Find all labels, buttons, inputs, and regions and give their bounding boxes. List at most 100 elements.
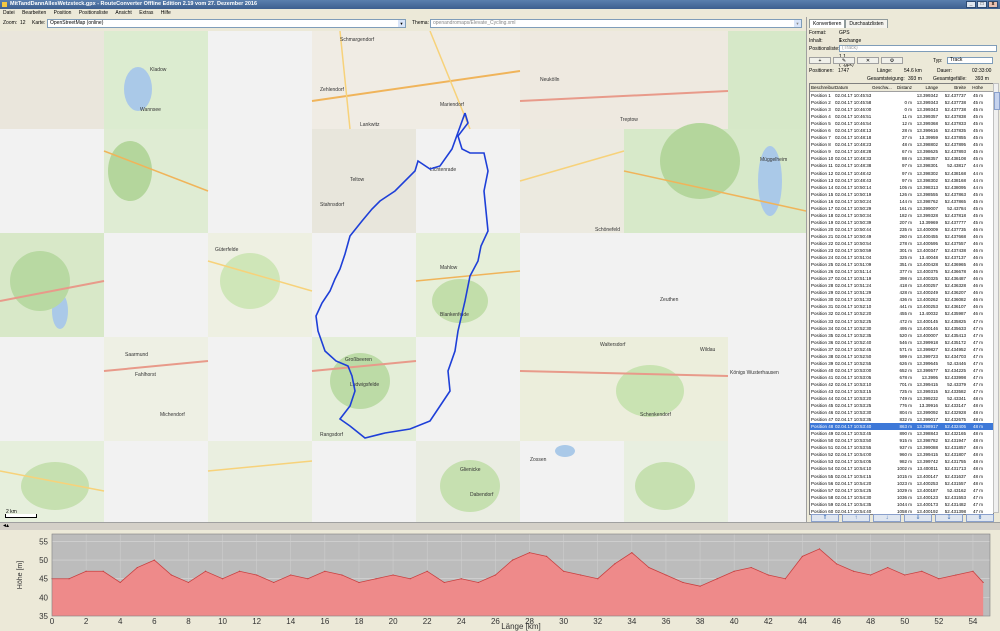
table-row[interactable]: Position 15 02.04.17 10:50:19 126 m 13.3985… <box>810 191 993 198</box>
table-row[interactable]: Position 41 02.04.17 10:53:05 678 m 13.3995… <box>810 374 993 381</box>
table-row[interactable]: Position 16 02.04.17 10:50:24 144 m 13.3987… <box>810 198 993 205</box>
table-row[interactable]: Position 3 02.04.17 10:46:00 0 m 13.399343 5… <box>810 106 993 113</box>
theme-select[interactable]: openandromaps/Elevate_Cycling.xml ▼ <box>430 19 802 28</box>
table-row[interactable]: Position 39 02.04.17 10:52:55 626 m 13.3996… <box>810 360 993 367</box>
table-row[interactable]: Position 23 02.04.17 10:50:59 301 m 13.4003… <box>810 247 993 254</box>
table-row[interactable]: Position 29 02.04.17 10:51:29 428 m 13.4002… <box>810 289 993 296</box>
maximize-button[interactable]: □ <box>977 1 987 8</box>
table-row[interactable]: Position 14 02.04.17 10:50:14 105 m 13.3983… <box>810 184 993 191</box>
table-row[interactable]: Position 54 02.04.17 10:54:10 1002 m 13.400… <box>810 465 993 472</box>
table-row[interactable]: Position 10 02.04.17 10:48:33 88 m 13.39835… <box>810 155 993 162</box>
table-row[interactable]: Position 30 02.04.17 10:51:33 436 m 13.4002… <box>810 296 993 303</box>
table-row[interactable]: Position 22 02.04.17 10:50:54 278 m 13.4005… <box>810 240 993 247</box>
table-row[interactable]: Position 36 02.04.17 10:52:40 546 m 13.3999… <box>810 339 993 346</box>
move-up-icon[interactable]: ↑ <box>842 514 870 522</box>
table-row[interactable]: Position 5 02.04.17 10:46:54 12 m 13.399368… <box>810 120 993 127</box>
move-to-top-icon[interactable]: ⇑ <box>811 514 839 522</box>
minimize-button[interactable]: _ <box>966 1 976 8</box>
chevron-down-icon[interactable]: ▼ <box>794 20 801 27</box>
table-row[interactable]: Position 13 02.04.17 10:48:43 97 m 13.39830… <box>810 177 993 184</box>
column-header[interactable]: Beschreibung <box>810 84 835 91</box>
table-row[interactable]: Position 2 02.04.17 10:45:58 0 m 13.399343 5… <box>810 99 993 106</box>
table-scrollbar[interactable] <box>993 83 1000 513</box>
table-row[interactable]: Position 12 02.04.17 10:48:42 97 m 13.39830… <box>810 170 993 177</box>
table-row[interactable]: Position 17 02.04.17 10:50:29 161 m 13.3990… <box>810 205 993 212</box>
elevation-chart[interactable]: 35404550550 2 4 6 8 10 12 14 16 18 20 22 24 26 28 30 32 3… <box>0 530 1000 631</box>
menu-position-list[interactable]: Positionsliste <box>76 9 111 17</box>
collapse-arrow-icon[interactable]: ◂▴ <box>3 523 9 530</box>
table-row[interactable]: Position 43 02.04.17 10:53:15 725 m 13.3993… <box>810 388 993 395</box>
delete-icon[interactable]: ⇟ <box>966 514 994 522</box>
table-row[interactable]: Position 58 02.04.17 10:54:30 1036 m 13.400… <box>810 494 993 501</box>
table-row[interactable]: Position 40 02.04.17 10:53:00 652 m 13.3995… <box>810 367 993 374</box>
rename-list-icon[interactable]: ✎ <box>833 57 855 64</box>
new-list-icon[interactable]: + <box>809 57 831 64</box>
table-row[interactable]: Position 27 02.04.17 10:51:19 398 m 13.4003… <box>810 275 993 282</box>
table-row[interactable]: Position 47 02.04.17 10:53:35 832 m 13.3990… <box>810 416 993 423</box>
table-row[interactable]: Position 32 02.04.17 10:52:20 455 m 13.4003… <box>810 310 993 317</box>
position-list-select[interactable]: (Track) <box>839 45 997 52</box>
positions-table[interactable]: BeschreibungDatumGeschw...DistanzLängeBr… <box>809 83 994 515</box>
column-header[interactable]: Distanz <box>892 84 912 91</box>
column-header[interactable]: Breite <box>938 84 966 91</box>
scrollbar-thumb[interactable] <box>994 92 1000 110</box>
table-row[interactable]: Position 9 02.04.17 10:48:28 67 m 13.398625… <box>810 148 993 155</box>
table-row[interactable]: Position 56 02.04.17 10:54:20 1023 m 13.400… <box>810 480 993 487</box>
map-select[interactable]: OpenStreetMap (online) ▼ <box>47 19 406 28</box>
table-row[interactable]: Position 49 02.04.17 10:53:45 890 m 13.3988… <box>810 430 993 437</box>
table-row[interactable]: Position 52 02.04.17 10:54:00 960 m 13.3994… <box>810 451 993 458</box>
menu-view[interactable]: Ansicht <box>112 9 134 17</box>
menu-file[interactable]: Datei <box>0 9 18 17</box>
table-row[interactable]: Position 11 02.04.17 10:48:38 97 m 13.39830… <box>810 162 993 169</box>
move-to-bottom-icon[interactable]: ⇓ <box>904 514 932 522</box>
table-row[interactable]: Position 21 02.04.17 10:50:49 260 m 13.4004… <box>810 233 993 240</box>
table-row[interactable]: Position 44 02.04.17 10:53:20 749 m 13.3992… <box>810 395 993 402</box>
table-row[interactable]: Position 26 02.04.17 10:51:14 377 m 13.4003… <box>810 268 993 275</box>
table-row[interactable]: Position 59 02.04.17 10:54:35 1044 m 13.400… <box>810 501 993 508</box>
menu-edit[interactable]: Bearbeiten <box>19 9 49 17</box>
table-row[interactable]: Position 4 02.04.17 10:46:51 11 m 13.399357… <box>810 113 993 120</box>
chevron-down-icon[interactable]: ▼ <box>398 20 405 27</box>
table-row[interactable]: Position 8 02.04.17 10:48:23 48 m 13.398802… <box>810 141 993 148</box>
table-row[interactable]: Position 34 02.04.17 10:52:30 495 m 13.4001… <box>810 325 993 332</box>
map-view[interactable]: Schmargendorf Mariendorf Lichtenrade Lan… <box>0 31 806 522</box>
table-row[interactable]: Position 33 02.04.17 10:52:25 472 m 13.4001… <box>810 318 993 325</box>
menu-position[interactable]: Position <box>51 9 75 17</box>
table-row[interactable]: Position 50 02.04.17 10:53:50 915 m 13.3987… <box>810 437 993 444</box>
table-row[interactable]: Position 18 02.04.17 10:50:34 182 m 13.3993… <box>810 212 993 219</box>
table-row[interactable]: Position 20 02.04.17 10:50:44 235 m 13.4000… <box>810 226 993 233</box>
insert-icon[interactable]: ↧ <box>935 514 963 522</box>
table-row[interactable]: Position 25 02.04.17 10:51:09 351 m 13.4004… <box>810 261 993 268</box>
move-down-icon[interactable]: ↓ <box>873 514 901 522</box>
tab-throughput-lists[interactable]: Durchsatzlisten <box>845 19 888 28</box>
column-header[interactable]: Länge <box>912 84 938 91</box>
column-header[interactable]: Geschw... <box>872 84 892 91</box>
table-row[interactable]: Position 42 02.04.17 10:53:10 701 m 13.3994… <box>810 381 993 388</box>
table-row[interactable]: Position 7 02.04.17 10:48:18 37 m 13.39959 5… <box>810 134 993 141</box>
table-row[interactable]: Position 55 02.04.17 10:54:15 1015 m 13.400… <box>810 473 993 480</box>
close-button[interactable]: x <box>988 1 998 8</box>
table-row[interactable]: Position 38 02.04.17 10:52:50 599 m 13.3997… <box>810 353 993 360</box>
table-row[interactable]: Position 53 02.04.17 10:54:05 982 m 13.3997… <box>810 458 993 465</box>
table-row[interactable]: Position 37 02.04.17 10:52:45 571 m 13.3998… <box>810 346 993 353</box>
menu-extras[interactable]: Extras <box>136 9 156 17</box>
table-row[interactable]: Position 51 02.04.17 10:53:55 937 m 13.3990… <box>810 444 993 451</box>
menu-help[interactable]: Hilfe <box>158 9 174 17</box>
table-row[interactable]: Position 1 02.04.17 10:45:53 13.399342 52.4… <box>810 92 993 99</box>
map-canvas[interactable]: Schmargendorf Mariendorf Lichtenrade Lan… <box>0 31 806 522</box>
table-row[interactable]: Position 48 02.04.17 10:53:40 863 m 13.3989… <box>810 423 993 431</box>
type-select[interactable]: Track <box>947 57 993 64</box>
table-row[interactable]: Position 28 02.04.17 10:51:24 418 m 13.4002… <box>810 282 993 289</box>
table-row[interactable]: Position 45 02.04.17 10:53:25 776 m 13.3991… <box>810 402 993 409</box>
table-row[interactable]: Position 6 02.04.17 10:48:13 28 m 13.399616… <box>810 127 993 134</box>
tab-convert[interactable]: Konvertieren <box>809 19 846 28</box>
column-header[interactable]: Höhe <box>966 84 983 91</box>
delete-list-icon[interactable]: ✕ <box>857 57 879 64</box>
table-row[interactable]: Position 35 02.04.17 10:52:35 520 m 13.4000… <box>810 332 993 339</box>
table-row[interactable]: Position 46 02.04.17 10:53:30 804 m 13.3990… <box>810 409 993 416</box>
column-header[interactable]: Datum <box>835 84 872 91</box>
table-row[interactable]: Position 57 02.04.17 10:54:25 1029 m 13.400… <box>810 487 993 494</box>
table-row[interactable]: Position 24 02.04.17 10:51:04 325 m 13.4004… <box>810 254 993 261</box>
table-row[interactable]: Position 31 02.04.17 10:52:10 441 m 13.4002… <box>810 303 993 310</box>
settings-icon[interactable]: ⚙ <box>881 57 903 64</box>
